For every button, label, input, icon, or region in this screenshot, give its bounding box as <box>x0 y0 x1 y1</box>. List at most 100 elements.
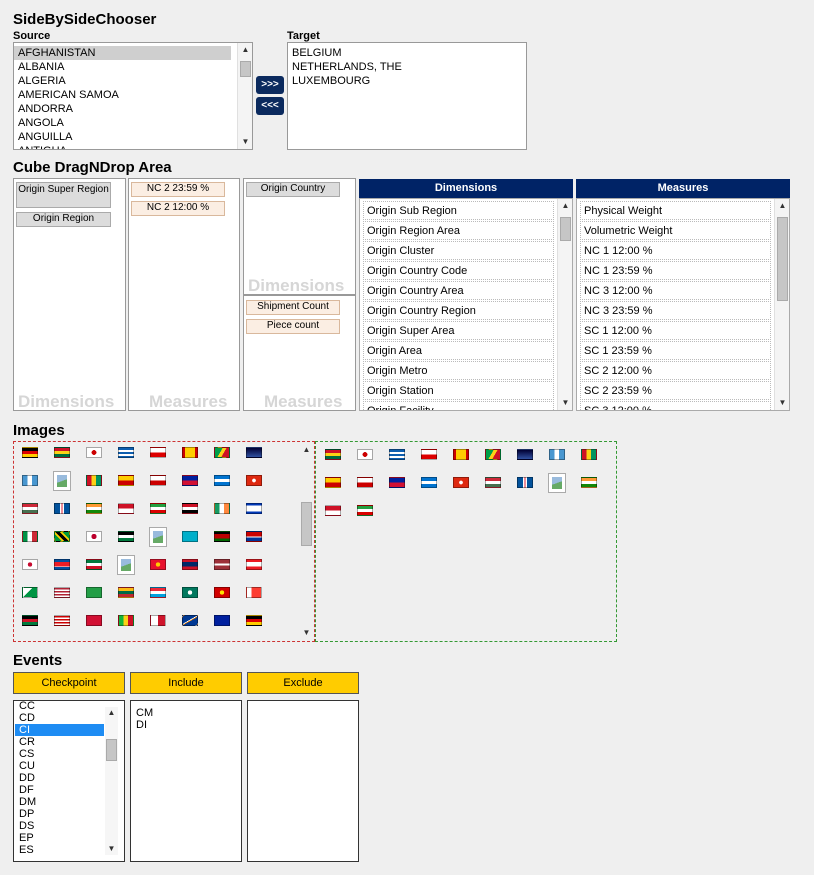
checkpoint-item[interactable]: DM <box>15 796 104 808</box>
source-scrollbar[interactable]: ▲ ▼ <box>237 43 252 149</box>
guinea-flag-icon[interactable] <box>86 475 102 486</box>
dimensions-grid[interactable]: Origin Sub Region Origin Region Area Origi… <box>359 198 573 411</box>
dimension-item[interactable]: Origin Country Area <box>363 281 554 300</box>
central-african-republic-flag-icon[interactable] <box>357 505 373 516</box>
images-right-drop-zone[interactable] <box>315 441 617 642</box>
target-list-item[interactable]: NETHERLANDS, THE <box>288 60 526 74</box>
checkpoint-item[interactable]: ES <box>15 844 104 856</box>
indonesia-flag-icon[interactable] <box>150 503 166 514</box>
greece-flag-icon[interactable] <box>118 447 134 458</box>
measure-item[interactable]: NC 3 23:59 % <box>580 301 771 320</box>
dimensions-scrollbar[interactable]: ▲ ▼ <box>557 199 572 410</box>
measure-item[interactable]: NC 1 12:00 % <box>580 241 771 260</box>
kiribati-flag-icon[interactable] <box>22 559 38 570</box>
checkpoint-listbox[interactable]: CC CD CI CR CS CU DD DF DM DP DS EP ES ▲ ▼ <box>13 700 125 862</box>
measure-item[interactable]: SC 2 23:59 % <box>580 381 771 400</box>
macedonia-flag-icon[interactable] <box>246 587 262 598</box>
scroll-down-icon[interactable]: ▼ <box>299 627 314 639</box>
source-list-item[interactable]: AMERICAN SAMOA <box>14 88 236 102</box>
broken-image-icon[interactable] <box>117 555 135 575</box>
dimension-item[interactable]: Origin Station <box>363 381 554 400</box>
equatorial-guinea-flag-icon[interactable] <box>150 475 166 486</box>
measure-item[interactable]: SC 2 12:00 % <box>580 361 771 380</box>
australia-flag-icon[interactable] <box>325 449 341 460</box>
lithuania-flag-icon[interactable] <box>150 587 166 598</box>
checkpoint-item[interactable]: DD <box>15 772 104 784</box>
iran-flag-icon[interactable] <box>182 503 198 514</box>
dimension-item[interactable]: Origin Cluster <box>363 241 554 260</box>
malaysia-flag-icon[interactable] <box>86 615 102 626</box>
martinique-flag-icon[interactable] <box>246 615 262 626</box>
india-flag-icon[interactable] <box>118 503 134 514</box>
checkpoint-scrollbar[interactable]: ▲ ▼ <box>105 707 118 855</box>
italy-flag-icon[interactable] <box>54 531 70 542</box>
brazil-flag-icon[interactable] <box>389 477 405 488</box>
guyana-flag-icon[interactable] <box>214 447 230 458</box>
source-list-item[interactable]: ANTIGUA <box>14 144 236 149</box>
measure-item[interactable]: SC 3 12:00 % <box>580 401 771 410</box>
exclude-listbox[interactable] <box>247 700 359 862</box>
measure-item[interactable]: Volumetric Weight <box>580 221 771 240</box>
checkpoint-item[interactable]: DF <box>15 784 104 796</box>
target-list-item[interactable]: LUXEMBOURG <box>288 74 526 88</box>
iraq-flag-icon[interactable] <box>214 503 230 514</box>
broken-image-icon[interactable] <box>548 473 566 493</box>
checkpoint-header[interactable]: Checkpoint <box>13 672 125 694</box>
broken-image-icon[interactable] <box>149 527 167 547</box>
dimension-item[interactable]: Origin Area <box>363 341 554 360</box>
checkpoint-item[interactable]: CU <box>15 760 104 772</box>
scroll-thumb[interactable] <box>777 217 788 301</box>
luxembourg-flag-icon[interactable] <box>182 587 198 598</box>
bermuda-flag-icon[interactable] <box>581 449 597 460</box>
scroll-down-icon[interactable]: ▼ <box>238 136 252 148</box>
scroll-up-icon[interactable]: ▲ <box>238 44 252 56</box>
kazakhstan-flag-icon[interactable] <box>214 531 230 542</box>
honduras-flag-icon[interactable] <box>246 475 262 486</box>
rows-drop-zone[interactable]: Origin Super Region Origin Region Dimens… <box>13 178 126 411</box>
guatemala-flag-icon[interactable] <box>22 475 38 486</box>
images-scrollbar[interactable]: ▲ ▼ <box>299 442 314 641</box>
ireland-flag-icon[interactable] <box>246 503 262 514</box>
bulgaria-flag-icon[interactable] <box>453 477 469 488</box>
liberia-flag-icon[interactable] <box>86 587 102 598</box>
south-korea-flag-icon[interactable] <box>54 559 70 570</box>
kyrgyzstan-flag-icon[interactable] <box>182 559 198 570</box>
laos-flag-icon[interactable] <box>214 559 230 570</box>
maldives-flag-icon[interactable] <box>118 615 134 626</box>
dimension-item[interactable]: Origin Country Code <box>363 261 554 280</box>
include-header[interactable]: Include <box>130 672 242 694</box>
guam-flag-icon[interactable] <box>246 447 262 458</box>
lebanon-flag-icon[interactable] <box>22 587 38 598</box>
checkpoint-item[interactable]: CI <box>15 724 104 736</box>
iceland-flag-icon[interactable] <box>86 503 102 514</box>
columns-drop-zone[interactable]: NC 2 23:59 % NC 2 12:00 % Measures <box>128 178 240 411</box>
filter-measures-zone[interactable]: Shipment Count Piece count Measures <box>243 295 356 411</box>
scroll-up-icon[interactable]: ▲ <box>558 200 572 212</box>
guinea-bissau-flag-icon[interactable] <box>118 475 134 486</box>
kuwait-flag-icon[interactable] <box>150 559 166 570</box>
scroll-up-icon[interactable]: ▲ <box>105 707 118 719</box>
move-right-button[interactable]: >>> <box>256 76 284 94</box>
scroll-thumb[interactable] <box>106 739 117 761</box>
cayman-islands-flag-icon[interactable] <box>325 505 341 516</box>
japan-like-flag-icon[interactable] <box>86 447 102 458</box>
include-item[interactable]: DI <box>132 719 239 731</box>
el-salvador-flag-icon[interactable] <box>581 477 597 488</box>
brunei-flag-icon[interactable] <box>421 477 437 488</box>
source-list-item[interactable]: ANGUILLA <box>14 130 236 144</box>
chip-origin-country[interactable]: Origin Country <box>246 182 340 197</box>
measure-item[interactable]: NC 3 12:00 % <box>580 281 771 300</box>
dimensions-grid-header[interactable]: Dimensions <box>359 179 573 198</box>
checkpoint-item[interactable]: CS <box>15 748 104 760</box>
bahrain-flag-icon[interactable] <box>453 449 469 460</box>
belize-flag-icon[interactable] <box>517 449 533 460</box>
canada-flag-icon[interactable] <box>517 477 533 488</box>
grenada-flag-icon[interactable] <box>182 447 198 458</box>
latvia-flag-icon[interactable] <box>246 559 262 570</box>
dimension-item[interactable]: Origin Super Area <box>363 321 554 340</box>
checkpoint-item[interactable]: EP <box>15 832 104 844</box>
scroll-up-icon[interactable]: ▲ <box>299 444 314 456</box>
japan-flag-icon[interactable] <box>118 531 134 542</box>
filter-dimensions-zone[interactable]: Origin Country Dimensions <box>243 178 356 295</box>
marshall-islands-flag-icon[interactable] <box>214 615 230 626</box>
